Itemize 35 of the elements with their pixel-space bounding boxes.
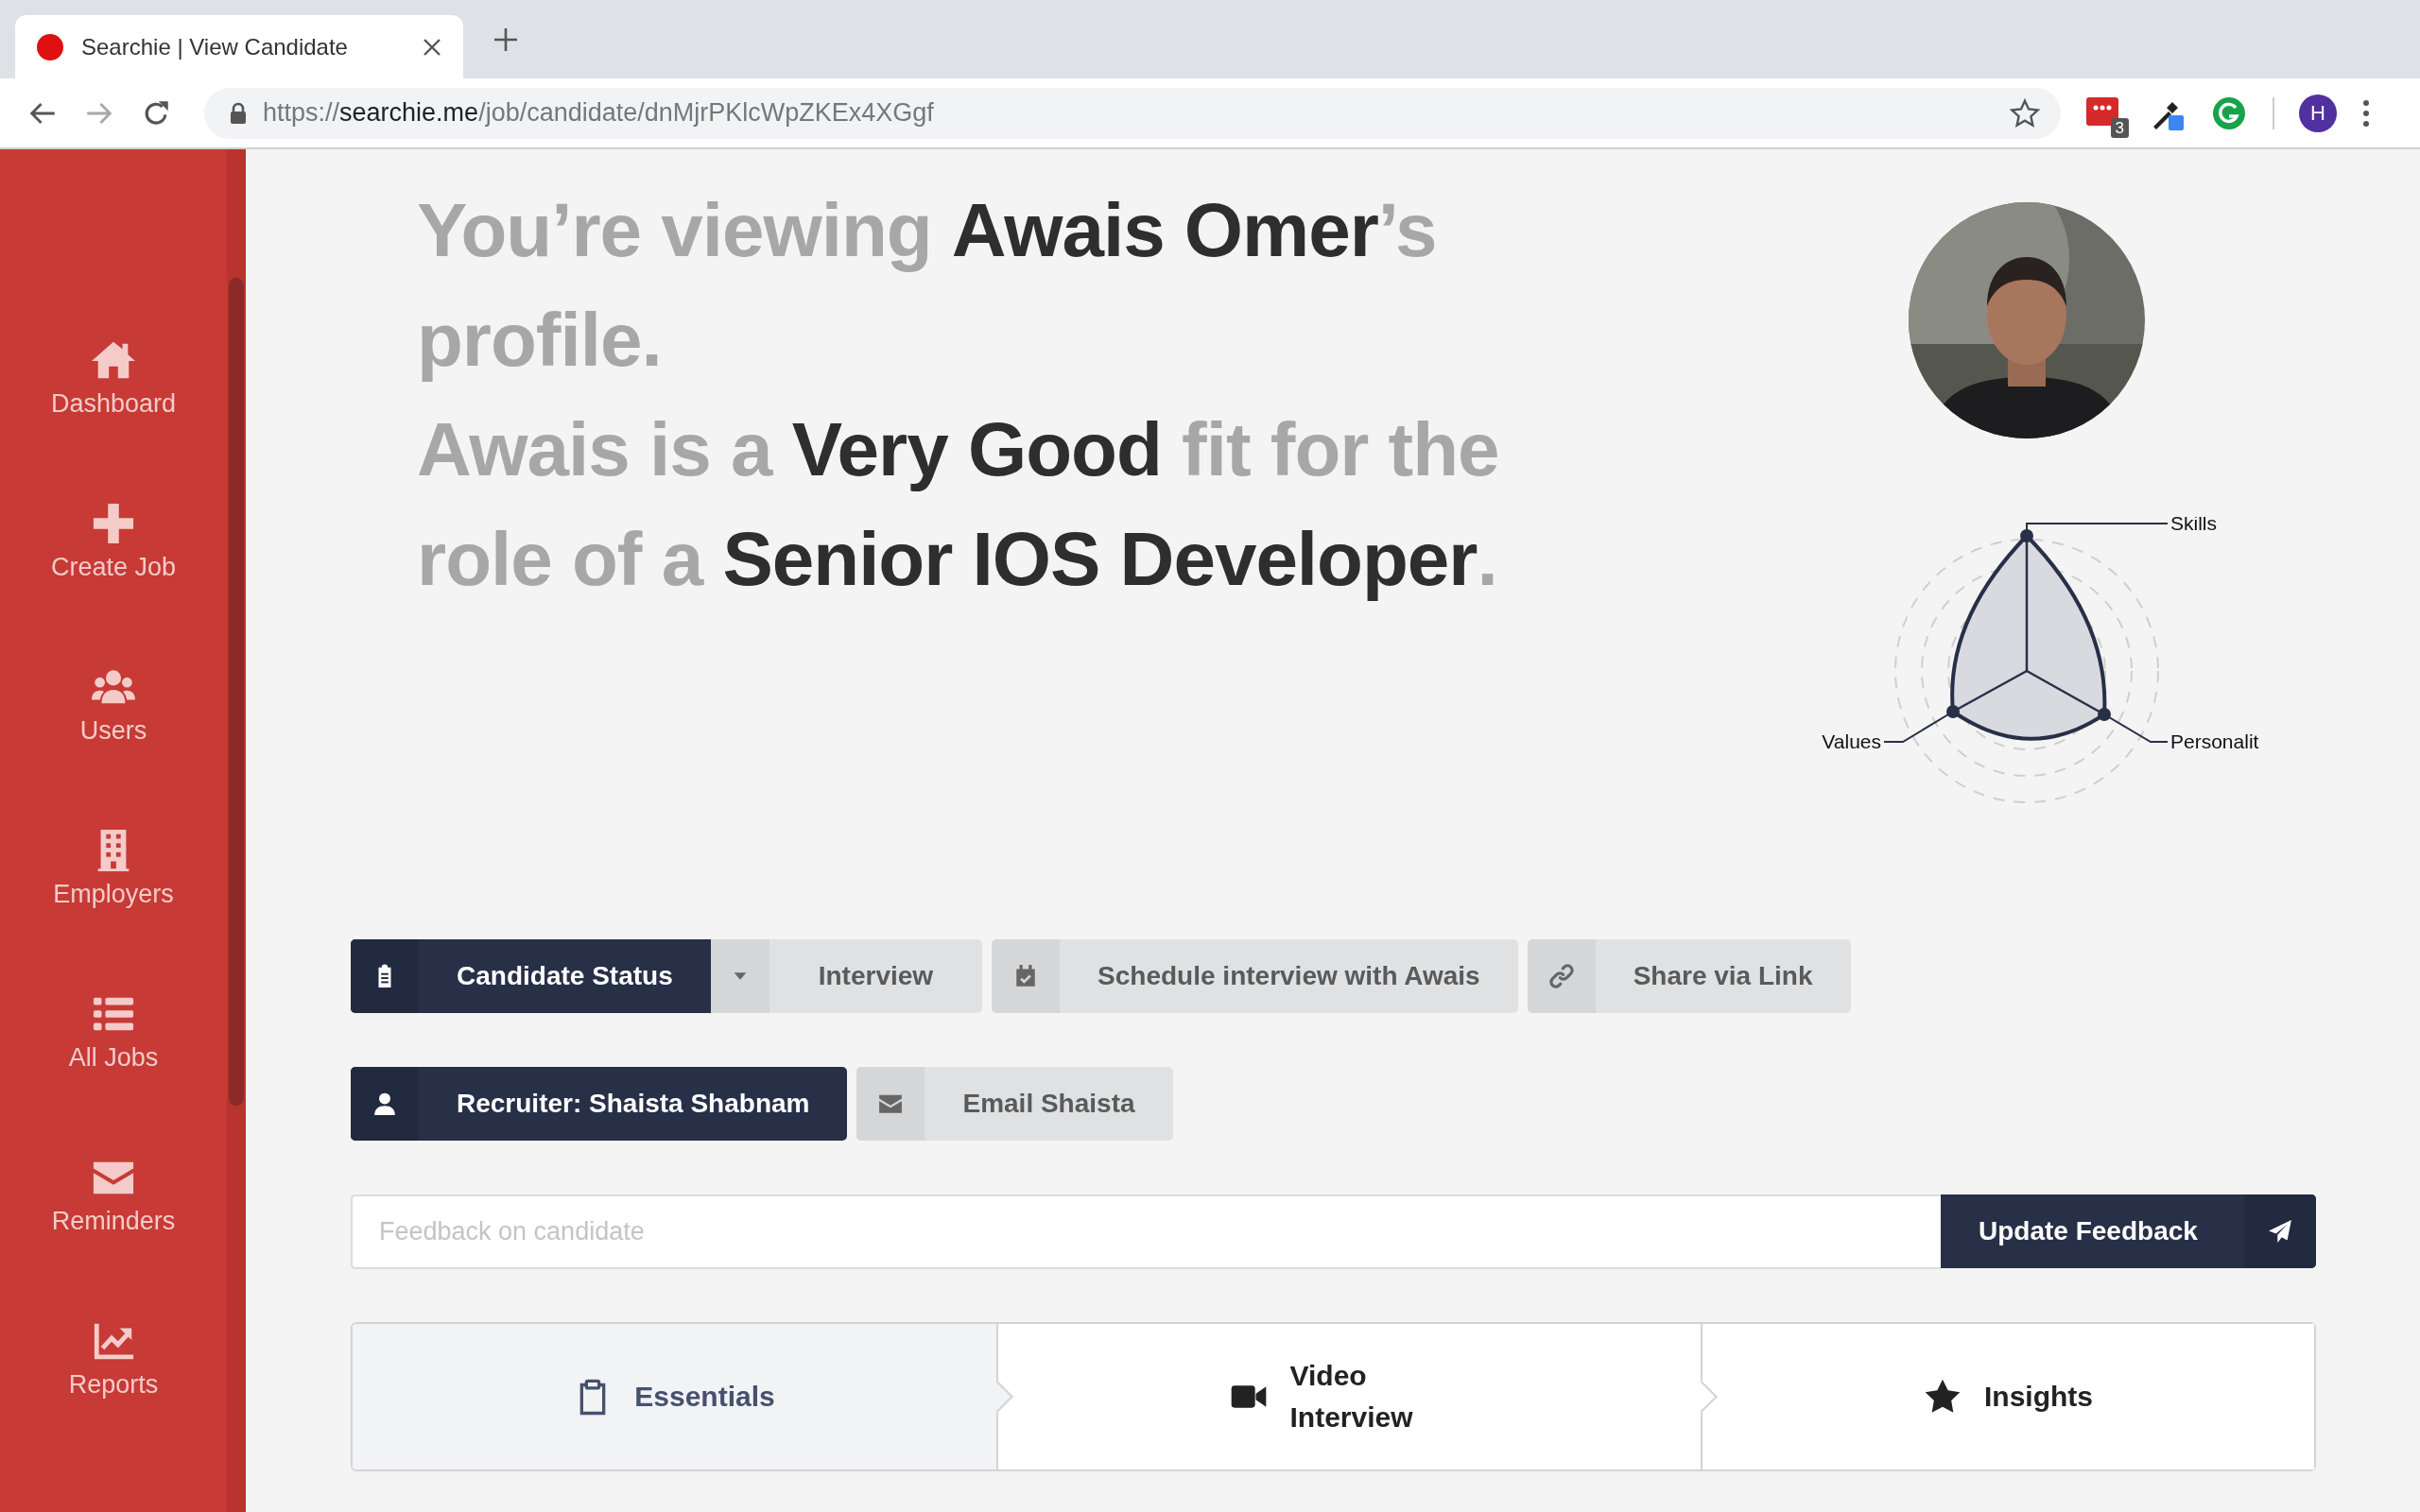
extension-badge: 3 [2110,117,2129,138]
link-icon [1548,964,1574,988]
sidebar-item[interactable]: Users [79,665,147,746]
status-dropdown[interactable]: Interview [710,939,983,1013]
sidebar-item[interactable]: Employers [53,829,174,909]
url-text: https://searchie.me/job/candidate/dnMjrPKlcWpZKEx4XGgf [263,98,935,128]
user-icon [372,1091,397,1116]
sidebar-item[interactable]: Reports [68,1319,159,1400]
star-icon[interactable] [2010,97,2040,129]
axis-label: Personalit [2170,730,2259,752]
email-button[interactable]: Email Shaista [856,1067,1173,1141]
headline-text: You’re viewing Awais Omer’s profile. [417,187,1438,384]
send-icon [2268,1219,2292,1244]
headline-text: Awais is a Very Good fit for the role of a Senior IOS Developer. [417,406,1500,603]
menu-icon[interactable] [2361,97,2371,129]
address-bar[interactable]: https://searchie.me/job/candidate/dnMjrPKlcWpZKEx4XGgf [204,87,2061,139]
lock-icon [229,101,248,125]
sidebar-item[interactable]: Reminders [51,1156,176,1236]
browser-tab[interactable]: Searchie | View Candidate [15,15,463,78]
schedule-button[interactable]: Schedule interview with Awais [992,939,1518,1013]
update-feedback-button[interactable]: Update Feedback [1941,1194,2316,1268]
scrollbar-thumb[interactable] [229,278,244,1106]
share-button[interactable]: Share via Link [1527,939,1851,1013]
favicon-icon [36,32,64,61]
close-icon[interactable] [422,36,442,58]
step-tab[interactable]: Insights [1701,1324,2314,1469]
sidebar-item[interactable]: Dashboard [50,338,177,419]
axis-label: Values [1822,730,1881,752]
recruiter-button[interactable]: Recruiter: Shaista Shabnam [351,1067,848,1141]
feedback-field[interactable]: Feedback on candidate [351,1194,1941,1269]
status-button[interactable]: Candidate Status [351,939,711,1013]
sidebar-item[interactable]: Create Job [50,502,177,582]
profile-button[interactable]: H [2299,94,2337,132]
tab-title: Searchie | View Candidate [81,33,349,60]
sidebar-item[interactable]: All Jobs [68,992,159,1073]
